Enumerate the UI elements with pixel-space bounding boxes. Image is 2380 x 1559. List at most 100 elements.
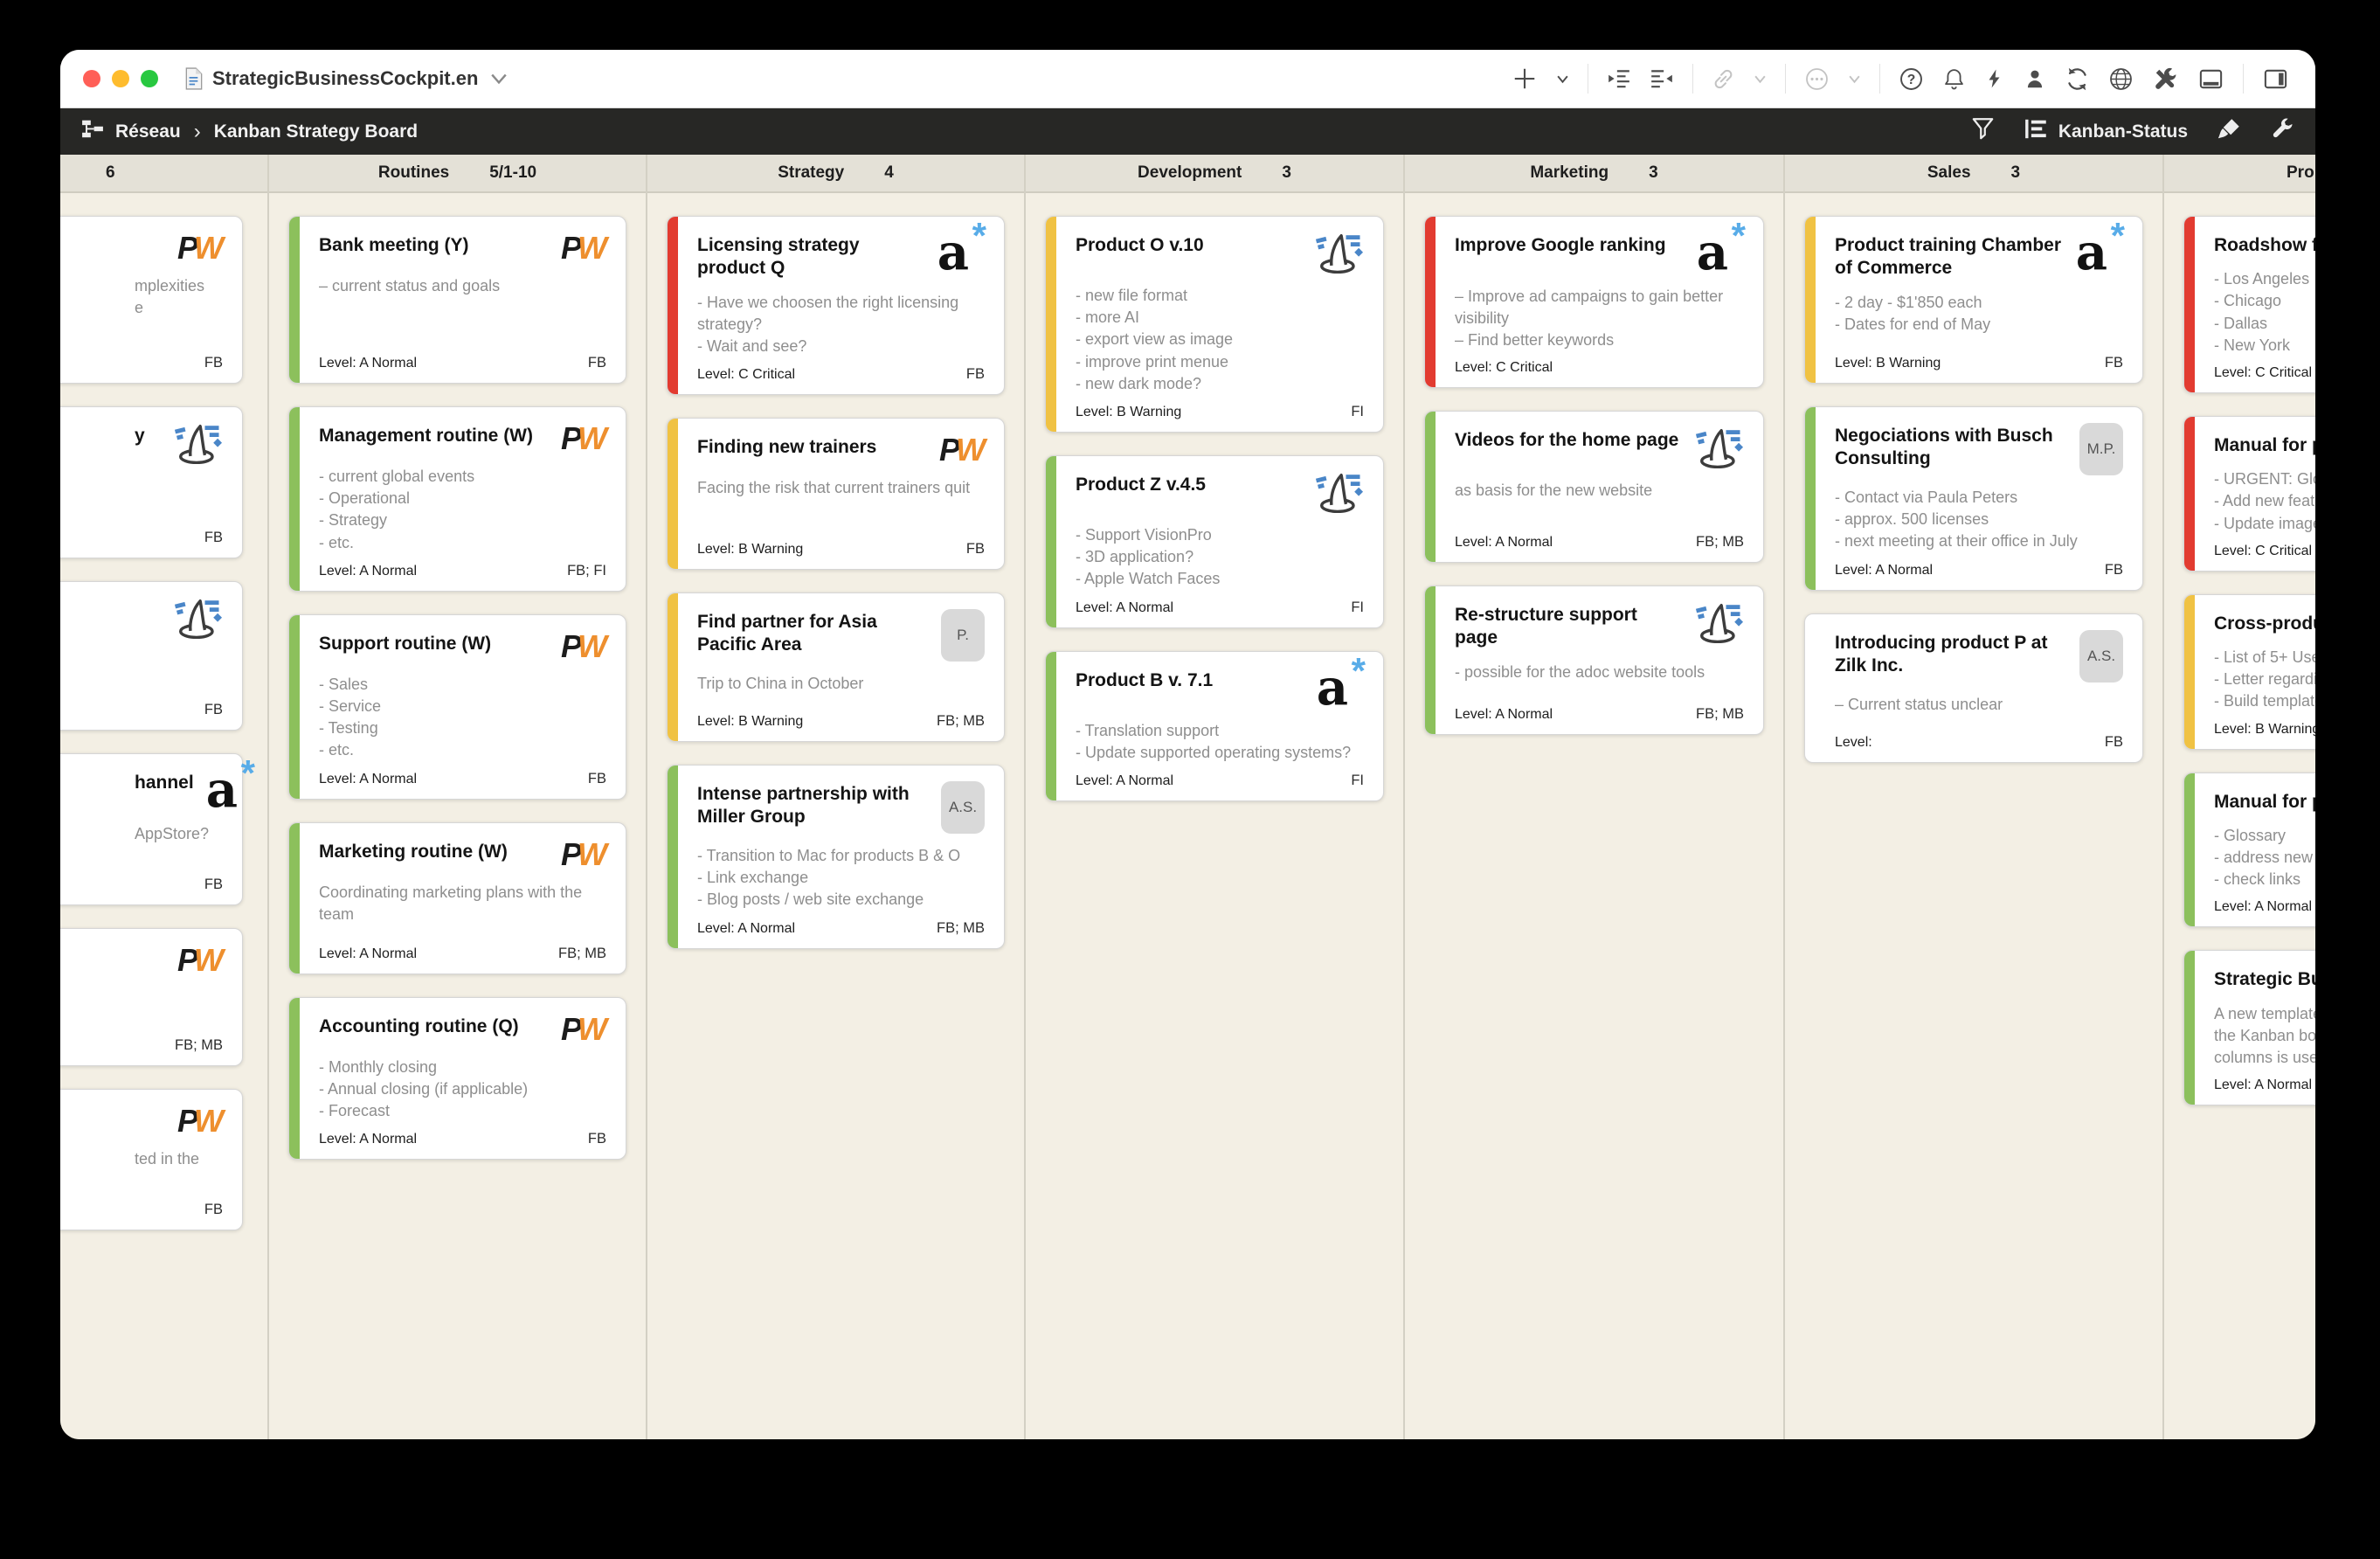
card-note-line: - more AI	[1076, 308, 1140, 327]
card-header: PW	[135, 945, 224, 976]
kanban-card[interactable]: Bank meeting (Y) PW – current status and g…	[288, 216, 626, 384]
kanban-card[interactable]: Support routine (W) PW - Sales - Service - T…	[288, 613, 626, 800]
kanban-card[interactable]: Negociations with Busch Consulting M.P. - …	[1804, 406, 2143, 591]
more-options-icon[interactable]	[1804, 66, 1830, 92]
kanban-card[interactable]: Product B v. 7.1 a * - Translation support -…	[1045, 650, 1384, 802]
zoom-window-button[interactable]	[141, 70, 158, 87]
priority-strip	[1046, 651, 1056, 801]
card-title: Support routine (W)	[319, 633, 492, 654]
user-icon[interactable]	[2024, 67, 2046, 90]
kanban-status-icon-button[interactable]: Kanban-Status	[2024, 118, 2188, 145]
chevron-down-icon[interactable]	[1848, 74, 1861, 84]
card-title: Videos for the home page	[1455, 430, 1679, 451]
column-header[interactable]: Pro	[2164, 155, 2315, 193]
card-header: Management routine (W) PW	[319, 423, 607, 454]
card-header: Re-structure support page	[1455, 602, 1744, 650]
kanban-card[interactable]: Re-structure support page - possible for …	[1424, 585, 1764, 736]
globe-icon[interactable]	[2108, 66, 2134, 92]
titlebar-toolbar: ?	[1512, 64, 2293, 94]
column-header[interactable]: Strategy 4	[647, 155, 1024, 193]
quick-actions-bolt-icon[interactable]	[1984, 68, 2005, 89]
kanban-card[interactable]: Videos for the home page as basis for the…	[1424, 411, 1764, 564]
kanban-card[interactable]: Product Z v.4.5 - Support VisionPro - 3D a…	[1045, 454, 1384, 628]
kanban-card[interactable]: Manual for produc - URGENT: Glossar - Add …	[2183, 416, 2315, 572]
link-icon[interactable]	[1712, 67, 1735, 91]
breadcrumb-root[interactable]: Réseau	[115, 121, 181, 142]
kanban-card[interactable]: Management routine (W) PW - current global…	[288, 406, 626, 592]
outdent-icon[interactable]	[1650, 68, 1674, 89]
card-level: Level: B Warning	[1076, 404, 1182, 419]
kanban-card[interactable]: Introducing product P at Zilk Inc. A.S. – …	[1804, 613, 2143, 763]
card-note-line: - Link exchange	[697, 869, 809, 887]
chevron-down-icon[interactable]	[1754, 74, 1767, 84]
priority-strip	[2184, 594, 2195, 749]
panel-right-icon[interactable]	[2262, 66, 2289, 93]
notifications-bell-icon[interactable]	[1942, 67, 1966, 91]
card-note-line: - Update images	[2214, 514, 2315, 532]
breadcrumb-current[interactable]: Kanban Strategy Board	[214, 121, 418, 142]
add-icon[interactable]	[1512, 66, 1538, 92]
card-notes: - Contact via Paula Peters - approx. 500 …	[1835, 487, 2123, 553]
tools-icon[interactable]	[2152, 66, 2179, 93]
column-header[interactable]: 6	[60, 155, 267, 193]
column-header[interactable]: Routines 5/1-10	[269, 155, 646, 193]
card-notes: A new template for the Kanban board wi col…	[2214, 1003, 2315, 1070]
close-window-button[interactable]	[83, 70, 100, 87]
kanban-card[interactable]: Strategic Business A new template for the …	[2183, 950, 2315, 1106]
kanban-card[interactable]: Product O v.10 - new file format - more AI…	[1045, 216, 1384, 433]
kanban-card[interactable]: Licensing strategy product Q a * - Have we …	[667, 216, 1005, 396]
card-tags: FB	[2104, 733, 2123, 750]
kanban-card[interactable]: Marketing routine (W) PW Coordinating mark…	[288, 821, 626, 974]
kanban-card[interactable]: Product training Chamber of Commerce a * - …	[1804, 216, 2143, 384]
card-note-line: - Strategy	[319, 511, 388, 530]
card-note-line: - Add new features	[2214, 492, 2315, 510]
card-notes: Coordinating marketing plans with the te…	[319, 882, 606, 937]
column-header[interactable]: Marketing 3	[1405, 155, 1783, 193]
panel-bottom-icon[interactable]	[2197, 66, 2224, 93]
card-note-line: - Operational	[319, 489, 411, 508]
priority-strip	[668, 217, 678, 395]
kanban-card[interactable]: Cross-product targ Influencer - List of 5…	[2183, 593, 2315, 750]
kanban-card[interactable]: Accounting routine (Q) PW - Monthly closin…	[288, 996, 626, 1161]
kanban-card[interactable]: hannel a * AppStore? FB	[60, 753, 255, 905]
kanban-card[interactable]: PW FB; MB	[60, 928, 243, 1066]
kanban-card[interactable]: Improve Google ranking a * – Improve ad cam…	[1424, 216, 1764, 389]
filter-funnel-icon	[1971, 117, 1995, 146]
column-header[interactable]: Development 3	[1026, 155, 1403, 193]
minimize-window-button[interactable]	[112, 70, 129, 87]
card-tags: FB; MB	[1695, 534, 1744, 551]
card-note-line: - check links	[2214, 870, 2301, 889]
card-notes: – Improve ad campaigns to gain better vi…	[1455, 286, 1744, 352]
kanban-card[interactable]: Finding new trainers PW Facing the risk th…	[667, 418, 1005, 571]
kanban-card[interactable]: Manual for produc - Glossary - address new…	[2183, 772, 2315, 928]
priority-strip	[2184, 217, 2195, 392]
column-header[interactable]: Sales 3	[1785, 155, 2162, 193]
kanban-card[interactable]: PW mplexities e FB	[60, 216, 243, 384]
card-footer: FB	[135, 1193, 223, 1218]
filter-funnel-icon-button[interactable]	[1971, 117, 1995, 146]
wizard-hat-icon	[174, 598, 223, 639]
style-brush-icon-button[interactable]	[2217, 117, 2241, 146]
card-note-line: A new template for	[2214, 1004, 2315, 1022]
card-tags: FB; FI	[567, 562, 606, 579]
kanban-card[interactable]: PW ted in the FB	[60, 1089, 243, 1230]
document-menu-chevron-icon[interactable]	[490, 73, 508, 85]
priority-strip	[1425, 586, 1436, 735]
kanban-card[interactable]: Roadshow for proc- Los Angeles- Chicago-…	[2183, 216, 2315, 393]
card-level: Level: C Critical	[2214, 543, 2313, 558]
help-icon[interactable]: ?	[1899, 66, 1924, 92]
priority-strip	[289, 822, 300, 974]
kanban-card[interactable]: FB	[60, 581, 243, 731]
card-note-line: - Translation support	[1076, 722, 1220, 740]
card-footer: FB; MB	[135, 1029, 223, 1054]
kanban-card[interactable]: Find partner for Asia Pacific Area P. Trip…	[667, 592, 1005, 743]
card-header: Product Z v.4.5	[1076, 472, 1364, 513]
sync-icon[interactable]	[2065, 66, 2090, 92]
indent-icon[interactable]	[1607, 68, 1631, 89]
card-note-line: - Wait and see?	[697, 336, 807, 355]
kanban-card[interactable]: y FB	[60, 406, 243, 558]
card-tags: FB; MB	[936, 919, 985, 936]
kanban-card[interactable]: Intense partnership with Miller Group A.S…	[667, 765, 1005, 949]
settings-wrench-icon-button[interactable]	[2271, 117, 2294, 146]
chevron-down-icon[interactable]	[1556, 74, 1569, 84]
